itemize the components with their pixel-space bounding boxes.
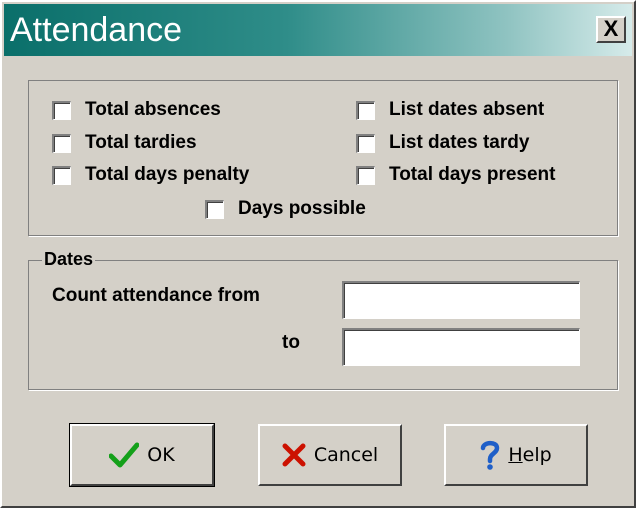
checkbox-box[interactable] xyxy=(356,165,375,185)
checkbox-box[interactable] xyxy=(52,133,71,153)
help-mnemonic: H xyxy=(508,444,523,466)
ok-button-label: OK xyxy=(147,444,175,466)
checkbox-box[interactable] xyxy=(356,133,375,153)
checkmark-icon xyxy=(109,442,140,468)
help-label-rest: elp xyxy=(522,444,552,466)
help-button-label: Help xyxy=(508,444,551,466)
checkbox-label: Days possible xyxy=(238,198,366,219)
dates-group: Dates xyxy=(28,248,618,390)
total-tardies-checkbox[interactable]: Total tardies xyxy=(52,132,197,154)
checkbox-box[interactable] xyxy=(205,199,224,219)
dates-group-label: Dates xyxy=(42,248,96,270)
days-possible-checkbox[interactable]: Days possible xyxy=(205,198,366,220)
help-button[interactable]: Help xyxy=(444,424,588,486)
checkbox-label: Total days penalty xyxy=(85,164,250,185)
checkbox-label: Total tardies xyxy=(85,132,197,153)
list-dates-tardy-checkbox[interactable]: List dates tardy xyxy=(356,132,529,154)
checkbox-label: Total absences xyxy=(85,99,221,120)
cancel-button[interactable]: Cancel xyxy=(258,424,402,486)
attendance-dialog: Attendance X Total absences List dates a… xyxy=(0,0,636,508)
total-days-penalty-checkbox[interactable]: Total days penalty xyxy=(52,164,249,186)
list-dates-absent-checkbox[interactable]: List dates absent xyxy=(356,99,544,121)
checkbox-box[interactable] xyxy=(356,100,375,120)
count-attendance-from-input[interactable] xyxy=(342,281,580,319)
checkbox-box[interactable] xyxy=(52,165,71,185)
checkbox-label: List dates tardy xyxy=(389,132,530,153)
checkbox-label: List dates absent xyxy=(389,99,545,120)
cancel-button-label: Cancel xyxy=(313,444,379,466)
to-date-input[interactable] xyxy=(342,328,580,366)
question-icon xyxy=(480,439,500,471)
close-icon: X xyxy=(603,16,619,41)
close-button[interactable]: X xyxy=(596,16,626,43)
x-icon xyxy=(282,443,306,467)
total-absences-checkbox[interactable]: Total absences xyxy=(52,99,221,121)
count-attendance-from-label: Count attendance from xyxy=(52,285,260,306)
checkbox-label: Total days present xyxy=(389,164,556,185)
checkbox-box[interactable] xyxy=(52,100,71,120)
title-bar[interactable]: Attendance X xyxy=(4,4,632,56)
to-label: to xyxy=(282,332,300,353)
total-days-present-checkbox[interactable]: Total days present xyxy=(356,164,555,186)
window-title: Attendance xyxy=(10,11,183,49)
ok-button[interactable]: OK xyxy=(69,423,215,487)
